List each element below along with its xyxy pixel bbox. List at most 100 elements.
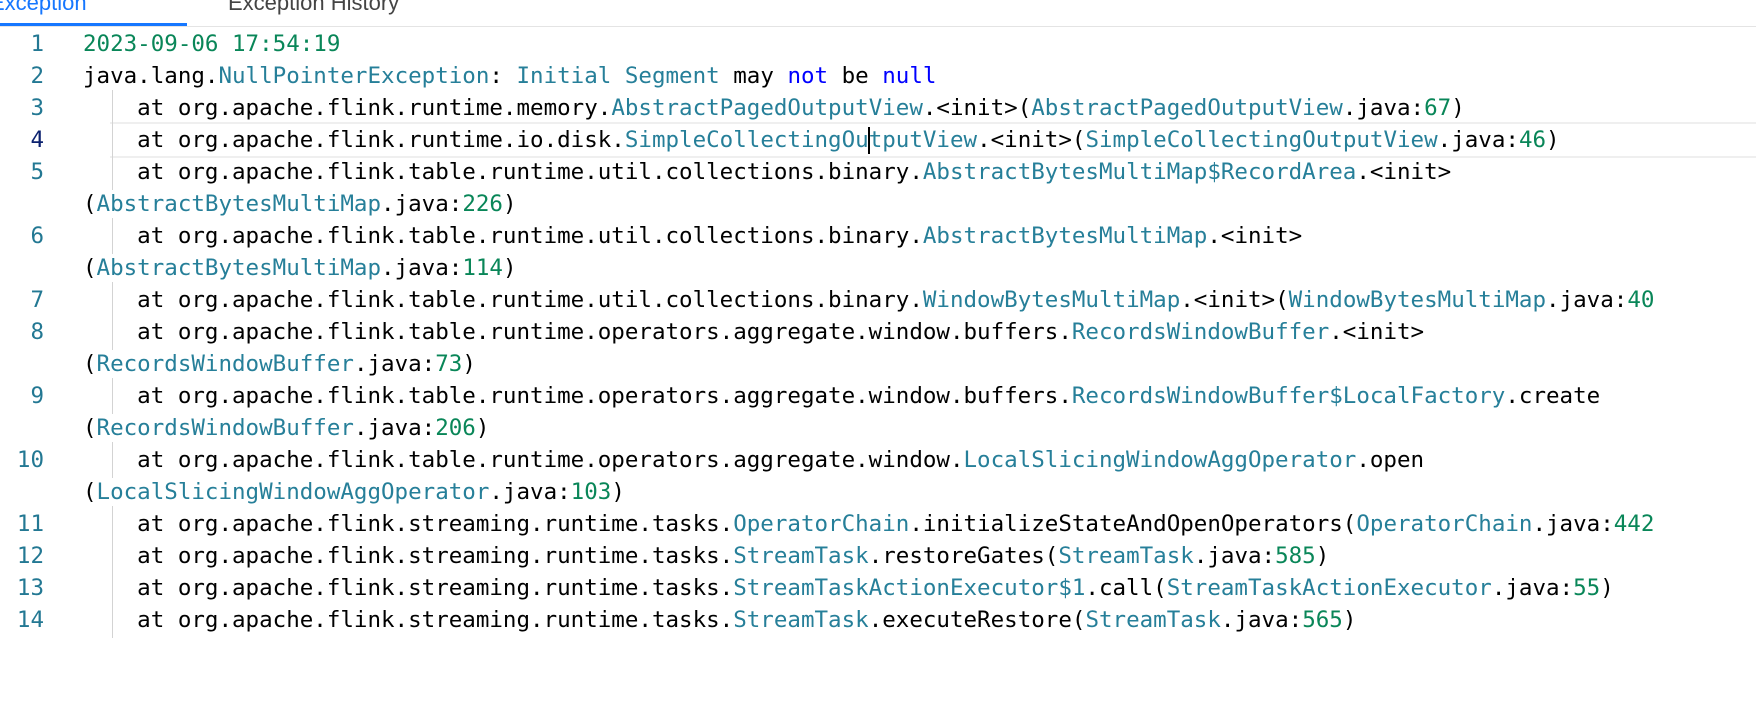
code-line-wrap[interactable]: (RecordsWindowBuffer.java:206) xyxy=(0,410,1756,446)
type-token: WindowBytesMultiMap xyxy=(922,287,1181,313)
number-token: 226 xyxy=(462,191,503,217)
type-token: AbstractPagedOutputView xyxy=(1031,95,1343,121)
type-token: StreamTaskActionExecutor xyxy=(1166,575,1492,601)
code-text: at org.apache.flink.table.runtime.operat… xyxy=(83,314,1424,350)
code-line[interactable]: 3 at org.apache.flink.runtime.memory.Abs… xyxy=(0,90,1756,126)
line-number: 13 xyxy=(16,575,44,601)
type-token: AbstractBytesMultiMap xyxy=(96,255,382,281)
code-line[interactable]: 14 at org.apache.flink.streaming.runtime… xyxy=(0,602,1756,638)
code-line-wrap[interactable]: (RecordsWindowBuffer.java:73) xyxy=(0,346,1756,382)
code-line[interactable]: 8 at org.apache.flink.table.runtime.oper… xyxy=(0,314,1756,350)
keyword-token: not xyxy=(787,63,829,89)
line-number: 10 xyxy=(16,447,44,473)
line-number: 14 xyxy=(16,607,44,633)
plain-token: .java: xyxy=(381,255,463,281)
type-token: WindowBytesMultiMap xyxy=(1288,287,1547,313)
type-token: RecordsWindowBuffer xyxy=(96,415,354,441)
code-text: at org.apache.flink.runtime.memory.Abstr… xyxy=(83,90,1465,126)
plain-token: .java: xyxy=(1193,543,1276,569)
plain-token: ) xyxy=(611,479,625,505)
plain-token: at org.apache.flink.table.runtime.util.c… xyxy=(83,287,923,313)
type-token: StreamTask xyxy=(1085,607,1221,633)
code-text: (LocalSlicingWindowAggOperator.java:103) xyxy=(83,474,625,510)
type-token: Initial Segment xyxy=(516,63,720,89)
plain-token: ( xyxy=(83,191,97,217)
code-line[interactable]: 13 at org.apache.flink.streaming.runtime… xyxy=(0,570,1756,606)
plain-token: .restoreGates( xyxy=(868,543,1059,569)
number-token: 73 xyxy=(435,351,463,377)
code-text: at org.apache.flink.streaming.runtime.ta… xyxy=(83,602,1356,638)
number-token: 67 xyxy=(1424,95,1452,121)
number-token: 103 xyxy=(570,479,612,505)
line-number: 6 xyxy=(30,223,44,249)
plain-token: ( xyxy=(83,415,97,441)
plain-token: at org.apache.flink.table.runtime.operat… xyxy=(83,319,1072,345)
type-token: AbstractPagedOutputView xyxy=(611,95,923,121)
code-line[interactable]: 7 at org.apache.flink.table.runtime.util… xyxy=(0,282,1756,318)
plain-token: at org.apache.flink.table.runtime.operat… xyxy=(83,447,964,473)
line-number: 12 xyxy=(16,543,44,569)
code-line[interactable]: 12 at org.apache.flink.streaming.runtime… xyxy=(0,538,1756,574)
type-token: StreamTask xyxy=(733,543,869,569)
tab-exception[interactable]: Exception xyxy=(0,0,187,26)
plain-token: ( xyxy=(83,479,97,505)
plain-token: ) xyxy=(1315,543,1330,569)
plain-token: may xyxy=(719,63,788,89)
code-text: at org.apache.flink.table.runtime.util.c… xyxy=(83,154,1451,190)
plain-token: ) xyxy=(1600,575,1614,601)
type-token: SimpleCollectingOu xyxy=(624,127,869,153)
type-token: LocalSlicingWindowAggOperator xyxy=(963,447,1357,473)
code-text: (RecordsWindowBuffer.java:73) xyxy=(83,346,476,382)
line-number: 3 xyxy=(30,95,44,121)
code-text: at org.apache.flink.table.runtime.util.c… xyxy=(83,218,1302,254)
line-number: 5 xyxy=(30,159,44,185)
number-token: 206 xyxy=(435,415,476,441)
type-token: AbstractBytesMultiMap$RecordArea xyxy=(922,159,1357,185)
code-line[interactable]: 9 at org.apache.flink.table.runtime.oper… xyxy=(0,378,1756,414)
plain-token: ) xyxy=(502,191,517,217)
line-number: 9 xyxy=(30,383,44,409)
type-token: LocalSlicingWindowAggOperator xyxy=(96,479,490,505)
type-token: StreamTask xyxy=(733,607,869,633)
code-editor[interactable]: 1 2023-09-06 17:54:19 2 java.lang.NullPoint… xyxy=(0,30,1756,704)
type-token: SimpleCollectingOutputView xyxy=(1085,127,1438,153)
plain-token: .<init>( xyxy=(977,127,1086,153)
plain-token: .<init> xyxy=(1207,223,1303,249)
plain-token: .open xyxy=(1356,447,1425,473)
plain-token: at org.apache.flink.table.runtime.util.c… xyxy=(83,223,923,249)
number-token: 585 xyxy=(1275,543,1316,569)
plain-token: .java: xyxy=(1546,287,1628,313)
plain-token: .java: xyxy=(353,415,436,441)
code-line[interactable]: 2 java.lang.NullPointerException: Initial… xyxy=(0,58,1756,94)
code-line[interactable]: 6 at org.apache.flink.table.runtime.util… xyxy=(0,218,1756,254)
number-token: 114 xyxy=(462,255,503,281)
plain-token: at org.apache.flink.runtime.io.disk. xyxy=(83,127,625,153)
line-number: 11 xyxy=(16,511,44,537)
type-token: AbstractBytesMultiMap xyxy=(922,223,1208,249)
plain-token: .initializeStateAndOpenOperators( xyxy=(909,511,1357,537)
code-line[interactable]: 11 at org.apache.flink.streaming.runtime… xyxy=(0,506,1756,542)
plain-token: .<init>( xyxy=(922,95,1032,121)
line-number: 7 xyxy=(30,287,44,313)
code-line[interactable]: 4 at org.apache.flink.runtime.io.disk.Si… xyxy=(0,122,1756,158)
tab-exception-history[interactable]: Exception History xyxy=(228,0,399,26)
code-line-wrap[interactable]: (AbstractBytesMultiMap.java:226) xyxy=(0,186,1756,222)
code-line-wrap[interactable]: (AbstractBytesMultiMap.java:114) xyxy=(0,250,1756,286)
plain-token: .java: xyxy=(1220,607,1303,633)
number-token: 46 xyxy=(1518,127,1547,153)
code-line-wrap[interactable]: (LocalSlicingWindowAggOperator.java:103) xyxy=(0,474,1756,510)
tab-bar: Exception Exception History xyxy=(0,0,1756,27)
code-line[interactable]: 10 at org.apache.flink.table.runtime.ope… xyxy=(0,442,1756,478)
keyword-token: null xyxy=(882,63,937,89)
plain-token: ) xyxy=(475,415,490,441)
code-text: at org.apache.flink.streaming.runtime.ta… xyxy=(83,538,1329,574)
plain-token: .java: xyxy=(1437,127,1519,153)
code-text: (AbstractBytesMultiMap.java:226) xyxy=(83,186,517,222)
plain-token: at org.apache.flink.streaming.runtime.ta… xyxy=(83,543,734,569)
line-number: 4 xyxy=(30,127,44,153)
type-token: NullPointerException xyxy=(218,63,490,89)
plain-token: .java: xyxy=(1342,95,1425,121)
code-line[interactable]: 5 at org.apache.flink.table.runtime.util… xyxy=(0,154,1756,190)
type-token: OperatorChain xyxy=(1356,511,1533,537)
plain-token: .java: xyxy=(381,191,463,217)
